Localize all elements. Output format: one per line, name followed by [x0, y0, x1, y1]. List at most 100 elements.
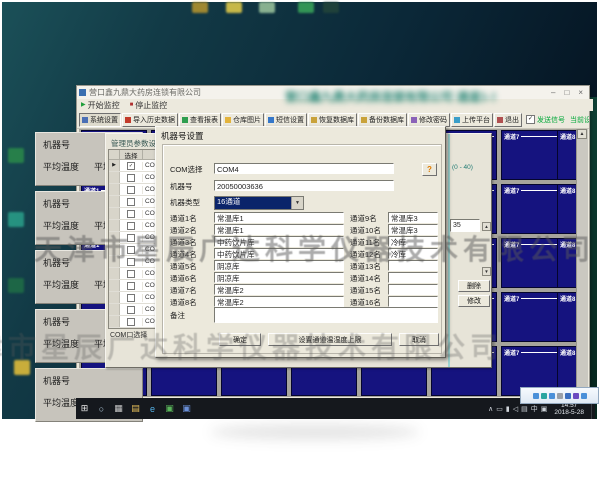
row-checkbox[interactable] — [127, 174, 135, 182]
row-marker — [109, 328, 120, 329]
delete-button[interactable]: 删除 — [458, 280, 490, 292]
channel-panel[interactable]: 通道8 — [557, 238, 576, 288]
row-checkbox[interactable] — [127, 234, 135, 242]
row-checkbox[interactable] — [127, 306, 135, 314]
channel-name-input[interactable]: 常温库3 — [388, 212, 438, 223]
channel-panel[interactable]: 通道8 — [557, 292, 576, 342]
exit-button[interactable]: 退出 — [494, 113, 522, 127]
row-checkbox[interactable] — [127, 210, 135, 218]
app-icon-green[interactable]: ▣ — [161, 400, 178, 417]
app-icon-blue[interactable]: ▣ — [178, 400, 195, 417]
limit-value-input[interactable]: 35 — [450, 219, 480, 232]
tray-popup-icon-7[interactable] — [581, 393, 587, 399]
channel-name-input[interactable]: 冷库 — [388, 248, 438, 259]
tray-popup-icon-4[interactable] — [557, 393, 563, 399]
row-checkbox[interactable] — [127, 186, 135, 194]
ime-chinese-icon[interactable]: 中 — [531, 404, 538, 414]
channel-panel[interactable]: 通道8 — [557, 184, 576, 234]
clock-date: 2018-5-28 — [554, 409, 584, 416]
network-icon[interactable]: ▤ — [521, 405, 528, 413]
minimize-button[interactable]: – — [551, 88, 555, 97]
desktop-icon[interactable] — [192, 2, 208, 13]
channel-name-label: 通道10名 — [350, 225, 381, 236]
folder-icon[interactable]: ▭ — [496, 405, 503, 413]
menu-stop-monitor[interactable]: ■ 停止监控 — [130, 100, 168, 111]
close-button[interactable]: × — [578, 88, 583, 97]
edge-browser-icon[interactable]: e — [144, 400, 161, 417]
sms-settings-button[interactable]: 短信设置 — [265, 113, 307, 127]
taskbar: ⊞○▦▤e▣▣ ∧▭▮◁▤中▣ 14:57 2018-5-28 — [76, 398, 595, 419]
row-checkbox[interactable] — [127, 258, 135, 266]
modify-button[interactable]: 修改 — [458, 295, 490, 307]
backup-database-icon — [361, 117, 367, 123]
change-password-button[interactable]: 修改密码 — [408, 113, 450, 127]
import-history-data-button[interactable]: 导入历史数据 — [122, 113, 178, 127]
spinner-up-icon[interactable]: ▲ — [482, 222, 491, 231]
machine-no-input[interactable]: 20050003636 — [214, 180, 394, 191]
scroll-up-icon[interactable]: ▲ — [577, 129, 587, 139]
volume-icon[interactable]: ◁ — [513, 405, 518, 413]
tray-popup-icon-1[interactable] — [533, 393, 539, 399]
menu-start-monitor[interactable]: ▶ 开始监控 — [81, 100, 120, 111]
channel-panel-header: 通道8 — [558, 185, 576, 194]
warehouse-pictures-button[interactable]: 仓库图片 — [222, 113, 264, 127]
restore-database-button[interactable]: 恢复数据库 — [308, 113, 357, 127]
desktop-icon[interactable] — [8, 148, 24, 163]
spinner-down-icon[interactable]: ▼ — [482, 267, 491, 276]
select-cell — [120, 258, 143, 266]
channel-name-input[interactable] — [388, 260, 438, 271]
tray-popup-icon-2[interactable] — [541, 393, 547, 399]
row-checkbox[interactable] — [127, 198, 135, 206]
row-checkbox[interactable] — [127, 270, 135, 278]
send-signal-checkbox[interactable]: ✓ 发送信号 — [526, 115, 565, 125]
upload-platform-button[interactable]: 上传平台 — [451, 113, 493, 127]
machine-type-combo[interactable]: 16通道 ▼ — [214, 196, 304, 210]
help-button[interactable]: ? — [422, 163, 437, 176]
task-view-icon[interactable]: ▦ — [110, 400, 127, 417]
channel-name-input[interactable]: 常温库3 — [388, 224, 438, 235]
desktop-icon[interactable] — [259, 2, 275, 13]
desktop-icon[interactable] — [323, 2, 339, 13]
window-title: 营口鑫九鼎大药房连锁有限公司 — [89, 87, 201, 98]
tray-popup-icon-5[interactable] — [565, 393, 571, 399]
desktop-icon[interactable] — [298, 2, 314, 13]
ok-button[interactable]: 确定 — [219, 333, 261, 346]
channel-name-input[interactable]: 冷库 — [388, 236, 438, 247]
note-input[interactable] — [214, 307, 438, 323]
backup-database-button[interactable]: 备份数据库 — [358, 113, 407, 127]
view-reports-label: 查看报表 — [190, 115, 218, 125]
vertical-scrollbar[interactable]: ▲ ▼ — [576, 129, 588, 397]
maximize-button[interactable]: □ — [564, 88, 569, 97]
file-explorer-icon[interactable]: ▤ — [127, 400, 144, 417]
set-channel-limits-button[interactable]: 设置通道温湿度上限 — [268, 333, 392, 346]
stop-monitor-icon: ■ — [130, 102, 134, 108]
desktop-icon[interactable] — [226, 2, 242, 13]
start-button[interactable]: ⊞ — [76, 400, 93, 417]
row-checkbox[interactable] — [127, 282, 135, 290]
desktop-icon[interactable] — [8, 212, 24, 227]
tray-popup-icon-6[interactable] — [573, 393, 579, 399]
battery-icon[interactable]: ▮ — [506, 405, 510, 413]
desktop-icon[interactable] — [14, 360, 30, 375]
cancel-button[interactable]: 取消 — [399, 333, 439, 346]
channel-panel[interactable]: 通道8 — [557, 130, 576, 180]
channel-panel-label: 通道8 — [560, 348, 575, 357]
search-icon[interactable]: ○ — [93, 400, 110, 417]
change-password-label: 修改密码 — [419, 115, 447, 125]
view-reports-icon — [182, 117, 188, 123]
channel-name-input[interactable] — [388, 272, 438, 283]
tray-popup-icon-3[interactable] — [549, 393, 555, 399]
row-checkbox[interactable] — [127, 318, 135, 326]
com-select-input[interactable]: COM4 — [214, 163, 394, 174]
view-reports-button[interactable]: 查看报表 — [179, 113, 221, 127]
row-checkbox[interactable] — [127, 222, 135, 230]
row-checkbox[interactable] — [127, 246, 135, 254]
channel-name-input[interactable] — [388, 284, 438, 295]
row-checkbox[interactable] — [127, 294, 135, 302]
desktop-icon[interactable] — [8, 278, 24, 293]
channel-name-input[interactable] — [388, 296, 438, 307]
chevron-up-icon[interactable]: ∧ — [488, 405, 493, 413]
row-checkbox[interactable]: ✓ — [127, 162, 135, 170]
action-center-icon[interactable]: ▣ — [541, 405, 548, 413]
system-settings-button[interactable]: 系统设置 — [79, 113, 121, 127]
